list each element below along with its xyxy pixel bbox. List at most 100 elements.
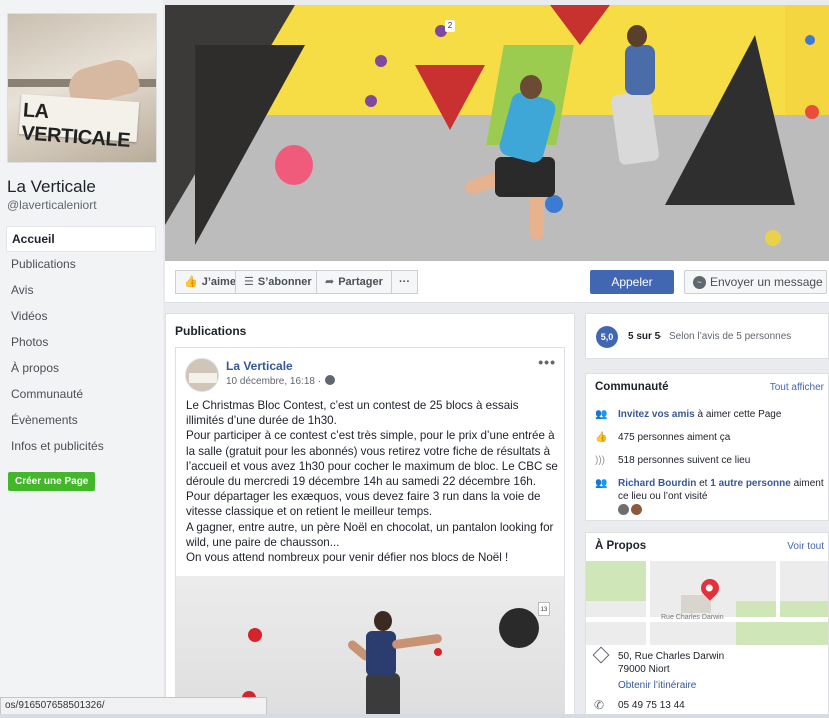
- post-time-text: 10 décembre, 16:18 ·: [226, 376, 322, 387]
- cover-climber: [605, 25, 675, 185]
- map-road: [646, 561, 650, 645]
- get-directions-link[interactable]: Obtenir l’itinéraire: [618, 680, 696, 691]
- subscribe-label: S’abonner: [257, 276, 312, 288]
- phone-number[interactable]: 05 49 75 13 44: [618, 700, 685, 711]
- map-road: [776, 561, 780, 617]
- address: 50, Rue Charles Darwin 79000 Niort: [618, 650, 724, 676]
- nav-item-photos[interactable]: Photos: [6, 330, 156, 356]
- invite-friends-link[interactable]: Invitez vos amis: [618, 409, 695, 420]
- map-park: [736, 601, 828, 645]
- nav-item-infos-publicites[interactable]: Infos et publicités: [6, 434, 156, 460]
- globe-icon: [325, 375, 336, 386]
- climber-shirt: [497, 90, 558, 165]
- community-title[interactable]: Communauté: [595, 381, 668, 393]
- cover-hold: [375, 55, 387, 67]
- cover-hold: [765, 230, 781, 246]
- post-image-hold: [434, 648, 442, 656]
- nav-item-evenements[interactable]: Évènements: [6, 408, 156, 434]
- post-paragraph: Le Christmas Bloc Contest, c’est un cont…: [186, 399, 519, 428]
- post-image-climber: [336, 611, 443, 718]
- map-park: [586, 561, 646, 601]
- climber-shorts: [495, 157, 555, 197]
- messenger-icon: ~: [693, 276, 706, 290]
- cover-climber: [463, 75, 575, 245]
- browser-status-url: os/916507658501326/: [0, 697, 267, 715]
- people-icon: 👥: [595, 478, 608, 489]
- climber-legs: [610, 90, 660, 166]
- follows-count-text: 518 personnes suivent ce lieu: [618, 455, 751, 466]
- friend-avatars: [618, 504, 644, 518]
- profile-picture[interactable]: LA VERTICALE: [7, 13, 157, 163]
- climber-leg: [366, 673, 400, 718]
- page-name[interactable]: La Verticale: [7, 177, 96, 197]
- community-card: Communauté Tout afficher 👥 Invitez vos a…: [585, 373, 829, 521]
- call-button[interactable]: Appeler: [590, 270, 674, 294]
- nav-item-videos[interactable]: Vidéos: [6, 304, 156, 330]
- post-image-hold: [248, 628, 262, 642]
- nav-item-a-propos[interactable]: À propos: [6, 356, 156, 382]
- post-paragraph: Pour départager les exæquos, vous devez …: [186, 490, 541, 519]
- cover-photo[interactable]: 2: [165, 5, 829, 261]
- likes-count-text: 475 personnes aiment ça: [618, 432, 731, 443]
- community-see-all-link[interactable]: Tout afficher: [770, 382, 824, 393]
- more-button[interactable]: ···: [391, 270, 418, 294]
- friend-avatar[interactable]: [618, 504, 629, 515]
- share-arrow-icon: ➦: [325, 276, 335, 288]
- post-image-tag: 13: [538, 602, 550, 616]
- send-message-button[interactable]: ~ Envoyer un message: [684, 270, 827, 294]
- share-button[interactable]: ➦ Partager: [316, 270, 392, 294]
- rating-description: Selon l’avis de 5 personnes: [669, 331, 792, 342]
- avatar-sign: [189, 373, 217, 383]
- address-street: 50, Rue Charles Darwin: [618, 651, 725, 662]
- nav-item-communaute[interactable]: Communauté: [6, 382, 156, 408]
- like-label: J’aime: [201, 276, 236, 288]
- post-options-button[interactable]: •••: [538, 354, 556, 370]
- friend-avatar[interactable]: [631, 504, 642, 515]
- about-see-all-link[interactable]: Voir tout: [787, 541, 824, 552]
- send-message-label: Envoyer un message: [710, 275, 823, 289]
- about-title[interactable]: À Propos: [595, 540, 646, 552]
- friends-mid-text: et: [696, 478, 711, 489]
- map-road-label: Rue Charles Darwin: [661, 614, 724, 621]
- left-sidebar: LA VERTICALE La Verticale @laverticaleni…: [0, 0, 163, 718]
- cover-volume-red: [550, 5, 610, 45]
- rss-icon: ))): [595, 455, 605, 466]
- cover-hold-number: 2: [445, 20, 455, 32]
- post-paragraph: Pour participer à ce contest c’est très …: [186, 429, 558, 489]
- cover-hold: [805, 105, 819, 119]
- rss-icon: ☰: [244, 276, 254, 288]
- publications-title[interactable]: Publications: [175, 324, 246, 338]
- phone-icon: ✆: [594, 698, 605, 712]
- address-city: 79000 Niort: [618, 664, 670, 675]
- other-person-link[interactable]: 1 autre personne: [710, 478, 791, 489]
- friend-link[interactable]: Richard Bourdin: [618, 478, 696, 489]
- subscribe-button[interactable]: ☰ S’abonner: [235, 270, 321, 294]
- location-icon: [592, 646, 610, 664]
- about-card: À Propos Voir tout Rue Charles Darwin 50…: [585, 532, 829, 718]
- cover-hold: [805, 35, 815, 45]
- page-action-bar: 👍 J’aime ☰ S’abonner ➦ Partager ··· Appeler…: [165, 261, 829, 303]
- nav-item-publications[interactable]: Publications: [6, 252, 156, 278]
- post: La Verticale 10 décembre, 16:18 · ••• Le…: [175, 347, 565, 718]
- people-icon: 👥: [595, 409, 608, 420]
- page-nav: Accueil Publications Avis Vidéos Photos …: [6, 226, 156, 460]
- page-handle[interactable]: @laverticaleniort: [7, 198, 97, 212]
- post-timestamp[interactable]: 10 décembre, 16:18 ·: [226, 375, 336, 387]
- post-author-name[interactable]: La Verticale: [226, 359, 293, 373]
- location-map[interactable]: Rue Charles Darwin: [586, 561, 828, 645]
- post-author-avatar[interactable]: [185, 358, 219, 392]
- climber-torso: [366, 631, 396, 676]
- climber-head: [374, 611, 392, 631]
- thumbs-up-icon: 👍: [184, 276, 198, 288]
- climber-head: [627, 25, 647, 47]
- cover-hold: [365, 95, 377, 107]
- rating-card[interactable]: 5,0 5 sur 5 · Selon l’avis de 5 personne…: [585, 313, 829, 359]
- climber-shirt: [625, 45, 655, 95]
- nav-item-avis[interactable]: Avis: [6, 278, 156, 304]
- create-page-button[interactable]: Créer une Page: [8, 472, 96, 491]
- invite-rest-text: à aimer cette Page: [694, 409, 782, 420]
- rating-score: 5 sur 5: [628, 331, 661, 342]
- publications-section: Publications La Verticale 10 décembre, 1…: [165, 313, 575, 718]
- cover-hold: [275, 145, 313, 185]
- nav-item-accueil[interactable]: Accueil: [6, 226, 156, 252]
